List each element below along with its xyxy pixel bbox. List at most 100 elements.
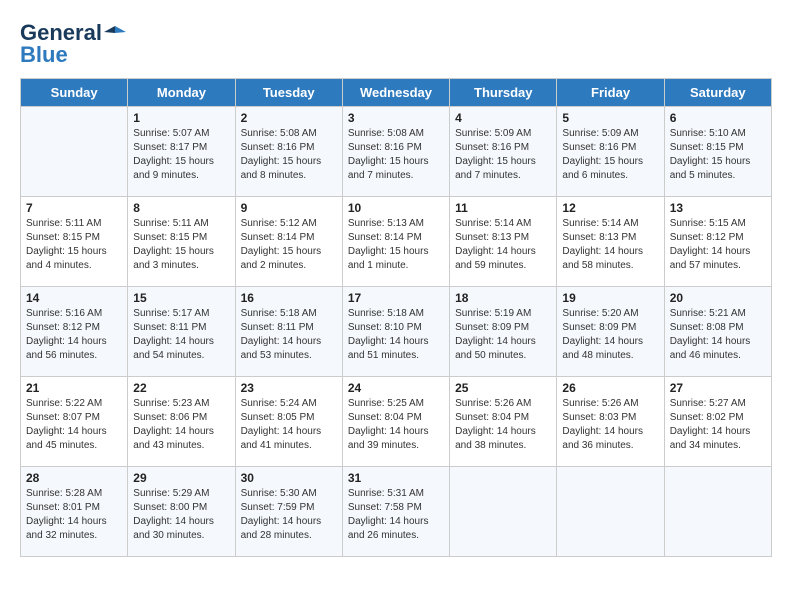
day-number: 4	[455, 111, 551, 125]
day-number: 9	[241, 201, 337, 215]
day-info: Sunrise: 5:20 AM Sunset: 8:09 PM Dayligh…	[562, 307, 658, 363]
day-of-week-header: Friday	[557, 79, 664, 107]
calendar-cell: 18 Sunrise: 5:19 AM Sunset: 8:09 PM Dayli…	[450, 287, 557, 377]
day-number: 21	[26, 381, 122, 395]
day-number: 31	[348, 471, 444, 485]
calendar-cell: 7 Sunrise: 5:11 AM Sunset: 8:15 PM Daylig…	[21, 197, 128, 287]
calendar-cell: 16 Sunrise: 5:18 AM Sunset: 8:11 PM Dayli…	[235, 287, 342, 377]
day-number: 22	[133, 381, 229, 395]
day-info: Sunrise: 5:08 AM Sunset: 8:16 PM Dayligh…	[348, 127, 444, 183]
calendar-cell: 6 Sunrise: 5:10 AM Sunset: 8:15 PM Daylig…	[664, 107, 771, 197]
calendar-cell: 26 Sunrise: 5:26 AM Sunset: 8:03 PM Dayli…	[557, 377, 664, 467]
calendar-cell: 5 Sunrise: 5:09 AM Sunset: 8:16 PM Daylig…	[557, 107, 664, 197]
day-info: Sunrise: 5:27 AM Sunset: 8:02 PM Dayligh…	[670, 397, 766, 453]
day-info: Sunrise: 5:19 AM Sunset: 8:09 PM Dayligh…	[455, 307, 551, 363]
calendar-cell: 9 Sunrise: 5:12 AM Sunset: 8:14 PM Daylig…	[235, 197, 342, 287]
calendar-cell: 28 Sunrise: 5:28 AM Sunset: 8:01 PM Dayli…	[21, 467, 128, 557]
day-number: 24	[348, 381, 444, 395]
calendar-cell: 12 Sunrise: 5:14 AM Sunset: 8:13 PM Dayli…	[557, 197, 664, 287]
day-info: Sunrise: 5:10 AM Sunset: 8:15 PM Dayligh…	[670, 127, 766, 183]
day-number: 1	[133, 111, 229, 125]
day-info: Sunrise: 5:22 AM Sunset: 8:07 PM Dayligh…	[26, 397, 122, 453]
day-number: 5	[562, 111, 658, 125]
day-info: Sunrise: 5:17 AM Sunset: 8:11 PM Dayligh…	[133, 307, 229, 363]
day-info: Sunrise: 5:25 AM Sunset: 8:04 PM Dayligh…	[348, 397, 444, 453]
day-info: Sunrise: 5:14 AM Sunset: 8:13 PM Dayligh…	[455, 217, 551, 273]
day-number: 11	[455, 201, 551, 215]
day-of-week-header: Sunday	[21, 79, 128, 107]
day-number: 8	[133, 201, 229, 215]
day-info: Sunrise: 5:21 AM Sunset: 8:08 PM Dayligh…	[670, 307, 766, 363]
day-info: Sunrise: 5:24 AM Sunset: 8:05 PM Dayligh…	[241, 397, 337, 453]
calendar-cell: 11 Sunrise: 5:14 AM Sunset: 8:13 PM Dayli…	[450, 197, 557, 287]
calendar-cell: 8 Sunrise: 5:11 AM Sunset: 8:15 PM Daylig…	[128, 197, 235, 287]
day-number: 16	[241, 291, 337, 305]
calendar-cell: 21 Sunrise: 5:22 AM Sunset: 8:07 PM Dayli…	[21, 377, 128, 467]
day-number: 26	[562, 381, 658, 395]
day-number: 12	[562, 201, 658, 215]
day-info: Sunrise: 5:09 AM Sunset: 8:16 PM Dayligh…	[562, 127, 658, 183]
day-number: 3	[348, 111, 444, 125]
calendar-cell	[450, 467, 557, 557]
day-info: Sunrise: 5:13 AM Sunset: 8:14 PM Dayligh…	[348, 217, 444, 273]
calendar-cell: 23 Sunrise: 5:24 AM Sunset: 8:05 PM Dayli…	[235, 377, 342, 467]
calendar-cell: 24 Sunrise: 5:25 AM Sunset: 8:04 PM Dayli…	[342, 377, 449, 467]
day-number: 6	[670, 111, 766, 125]
calendar-cell	[557, 467, 664, 557]
calendar-cell: 19 Sunrise: 5:20 AM Sunset: 8:09 PM Dayli…	[557, 287, 664, 377]
day-info: Sunrise: 5:11 AM Sunset: 8:15 PM Dayligh…	[26, 217, 122, 273]
calendar-cell: 2Sunrise: 5:08 AM Sunset: 8:16 PM Daylig…	[235, 107, 342, 197]
calendar-cell: 25 Sunrise: 5:26 AM Sunset: 8:04 PM Dayli…	[450, 377, 557, 467]
day-number: 18	[455, 291, 551, 305]
calendar-cell: 27 Sunrise: 5:27 AM Sunset: 8:02 PM Dayli…	[664, 377, 771, 467]
day-of-week-header: Monday	[128, 79, 235, 107]
calendar-table: SundayMondayTuesdayWednesdayThursdayFrid…	[20, 78, 772, 557]
logo-bird-icon	[104, 22, 126, 44]
calendar-cell: 4Sunrise: 5:09 AM Sunset: 8:16 PM Daylig…	[450, 107, 557, 197]
day-info: Sunrise: 5:18 AM Sunset: 8:11 PM Dayligh…	[241, 307, 337, 363]
calendar-cell: 3 Sunrise: 5:08 AM Sunset: 8:16 PM Daylig…	[342, 107, 449, 197]
day-number: 23	[241, 381, 337, 395]
day-info: Sunrise: 5:26 AM Sunset: 8:04 PM Dayligh…	[455, 397, 551, 453]
day-info: Sunrise: 5:11 AM Sunset: 8:15 PM Dayligh…	[133, 217, 229, 273]
day-of-week-header: Wednesday	[342, 79, 449, 107]
day-number: 28	[26, 471, 122, 485]
day-info: Sunrise: 5:15 AM Sunset: 8:12 PM Dayligh…	[670, 217, 766, 273]
day-number: 17	[348, 291, 444, 305]
calendar-cell: 13 Sunrise: 5:15 AM Sunset: 8:12 PM Dayli…	[664, 197, 771, 287]
calendar-cell: 31 Sunrise: 5:31 AM Sunset: 7:58 PM Dayli…	[342, 467, 449, 557]
logo-blue: Blue	[20, 42, 68, 68]
calendar-cell: 14 Sunrise: 5:16 AM Sunset: 8:12 PM Dayli…	[21, 287, 128, 377]
day-number: 14	[26, 291, 122, 305]
day-number: 19	[562, 291, 658, 305]
day-info: Sunrise: 5:12 AM Sunset: 8:14 PM Dayligh…	[241, 217, 337, 273]
day-info: Sunrise: 5:31 AM Sunset: 7:58 PM Dayligh…	[348, 487, 444, 543]
calendar-cell: 1Sunrise: 5:07 AM Sunset: 8:17 PM Daylig…	[128, 107, 235, 197]
day-number: 30	[241, 471, 337, 485]
calendar-cell: 17 Sunrise: 5:18 AM Sunset: 8:10 PM Dayli…	[342, 287, 449, 377]
day-info: Sunrise: 5:08 AM Sunset: 8:16 PM Dayligh…	[241, 127, 337, 183]
day-info: Sunrise: 5:14 AM Sunset: 8:13 PM Dayligh…	[562, 217, 658, 273]
day-number: 15	[133, 291, 229, 305]
header: General Blue	[20, 20, 772, 68]
day-of-week-header: Saturday	[664, 79, 771, 107]
day-info: Sunrise: 5:29 AM Sunset: 8:00 PM Dayligh…	[133, 487, 229, 543]
calendar-cell: 22 Sunrise: 5:23 AM Sunset: 8:06 PM Dayli…	[128, 377, 235, 467]
calendar-cell: 15 Sunrise: 5:17 AM Sunset: 8:11 PM Dayli…	[128, 287, 235, 377]
day-number: 13	[670, 201, 766, 215]
day-number: 25	[455, 381, 551, 395]
day-number: 27	[670, 381, 766, 395]
day-number: 29	[133, 471, 229, 485]
day-info: Sunrise: 5:26 AM Sunset: 8:03 PM Dayligh…	[562, 397, 658, 453]
calendar-cell	[664, 467, 771, 557]
calendar-cell: 30Sunrise: 5:30 AM Sunset: 7:59 PM Dayli…	[235, 467, 342, 557]
day-info: Sunrise: 5:16 AM Sunset: 8:12 PM Dayligh…	[26, 307, 122, 363]
day-number: 7	[26, 201, 122, 215]
day-info: Sunrise: 5:18 AM Sunset: 8:10 PM Dayligh…	[348, 307, 444, 363]
calendar-cell	[21, 107, 128, 197]
calendar-cell: 29 Sunrise: 5:29 AM Sunset: 8:00 PM Dayli…	[128, 467, 235, 557]
day-of-week-header: Thursday	[450, 79, 557, 107]
day-info: Sunrise: 5:23 AM Sunset: 8:06 PM Dayligh…	[133, 397, 229, 453]
logo: General Blue	[20, 20, 126, 68]
day-info: Sunrise: 5:28 AM Sunset: 8:01 PM Dayligh…	[26, 487, 122, 543]
